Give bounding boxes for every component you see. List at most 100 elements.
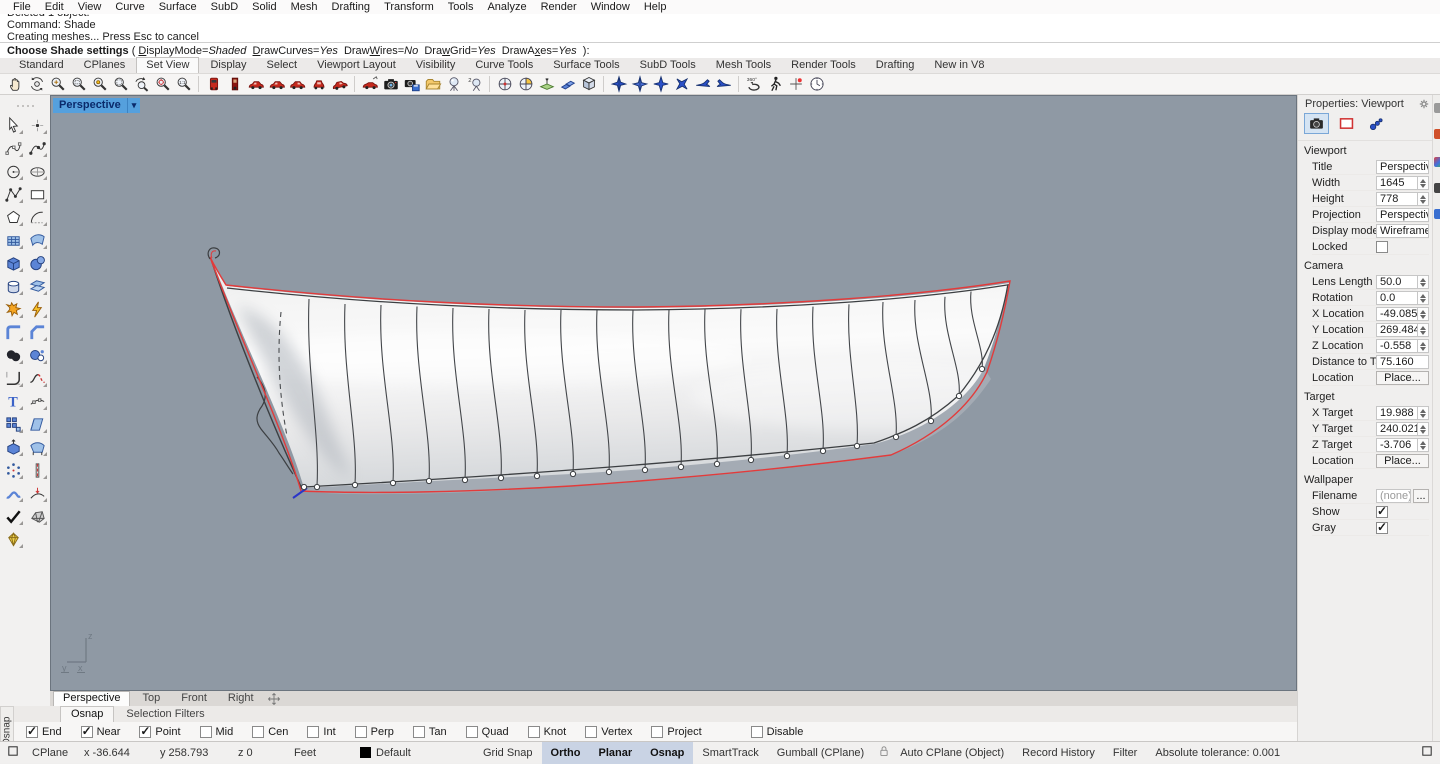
osnap-toggle-cen[interactable]: Cen bbox=[248, 726, 288, 738]
status-cplane[interactable]: CPlane bbox=[26, 747, 78, 759]
plane-back-view-icon[interactable] bbox=[671, 74, 692, 94]
spinner-x-location[interactable] bbox=[1418, 307, 1429, 321]
osnap-toggle-tan[interactable]: Tan bbox=[409, 726, 447, 738]
menu-curve[interactable]: Curve bbox=[108, 0, 151, 14]
curved-surface-icon[interactable] bbox=[25, 229, 49, 251]
menu-edit[interactable]: Edit bbox=[38, 0, 71, 14]
arc-icon[interactable] bbox=[25, 206, 49, 228]
boolean-union-icon[interactable] bbox=[1, 344, 25, 366]
value-x-target[interactable]: 19.988 bbox=[1376, 406, 1418, 420]
toolbar-tab-standard[interactable]: Standard bbox=[10, 58, 73, 73]
osnap-toggle-quad[interactable]: Quad bbox=[462, 726, 509, 738]
boolean-difference-icon[interactable] bbox=[25, 344, 49, 366]
value-z-target[interactable]: -3.706 bbox=[1376, 438, 1418, 452]
menu-solid[interactable]: Solid bbox=[245, 0, 283, 14]
perspective-viewport[interactable]: Perspective ▾ z y x bbox=[50, 95, 1297, 691]
place-camera-target-icon[interactable] bbox=[785, 74, 806, 94]
command-prompt[interactable]: Choose Shade settings ( DisplayMode=Shad… bbox=[0, 42, 1440, 58]
osnap-toggle-mid[interactable]: Mid bbox=[196, 726, 234, 738]
status-toggle-grid-snap[interactable]: Grid Snap bbox=[474, 742, 542, 764]
toolbar-tab-render-tools[interactable]: Render Tools bbox=[782, 58, 865, 73]
dropdown-projection[interactable]: Perspectiv⌄ bbox=[1376, 208, 1429, 222]
set-clock-icon[interactable] bbox=[806, 74, 827, 94]
osnap-toggle-int[interactable]: Int bbox=[303, 726, 335, 738]
zoom-extents-icon[interactable] bbox=[110, 74, 131, 94]
menu-mesh[interactable]: Mesh bbox=[284, 0, 325, 14]
zoom-target-icon[interactable] bbox=[152, 74, 173, 94]
plane-top-view-icon[interactable] bbox=[608, 74, 629, 94]
viewport-title-menu[interactable]: Perspective ▾ bbox=[53, 98, 140, 113]
checkbox-project[interactable] bbox=[651, 726, 663, 738]
zoom-window-icon[interactable] bbox=[68, 74, 89, 94]
circle-icon[interactable] bbox=[1, 160, 25, 182]
checkbox-perp[interactable] bbox=[355, 726, 367, 738]
gem-icon[interactable] bbox=[1, 528, 25, 550]
browse-button[interactable]: ... bbox=[1413, 489, 1429, 503]
checkbox-locked[interactable] bbox=[1376, 241, 1388, 253]
checkbox-int[interactable] bbox=[307, 726, 319, 738]
status-toggle-auto-cplane-object-[interactable]: Auto CPlane (Object) bbox=[891, 742, 1013, 764]
value-y-location[interactable]: 269.484 bbox=[1376, 323, 1418, 337]
control-point-curve-icon[interactable] bbox=[1, 137, 25, 159]
car-top-view-icon[interactable] bbox=[245, 74, 266, 94]
gear-tab-icon[interactable] bbox=[1434, 103, 1440, 113]
checkbox-end[interactable] bbox=[26, 726, 38, 738]
osnap-toggle-project[interactable]: Project bbox=[647, 726, 701, 738]
checkbox-point[interactable] bbox=[139, 726, 151, 738]
menu-tools[interactable]: Tools bbox=[441, 0, 481, 14]
value-rotation[interactable]: 0.0 bbox=[1376, 291, 1418, 305]
spinner-y-target[interactable] bbox=[1418, 422, 1429, 436]
sphere-icon[interactable] bbox=[25, 252, 49, 274]
plane-front-view-icon[interactable] bbox=[650, 74, 671, 94]
viewport-page-icon[interactable] bbox=[1334, 113, 1359, 134]
osnap-toggle-point[interactable]: Point bbox=[135, 726, 180, 738]
toolbar-tab-cplanes[interactable]: CPlanes bbox=[75, 58, 135, 73]
value-lens-length-i[interactable]: 50.0 bbox=[1376, 275, 1418, 289]
viewport-tab-perspective[interactable]: Perspective bbox=[53, 691, 130, 706]
polyline-icon[interactable] bbox=[1, 183, 25, 205]
camera-page-icon[interactable] bbox=[1304, 113, 1329, 134]
prompt-option-drawaxes[interactable]: DrawAxes=Yes bbox=[502, 45, 577, 57]
osnap-toggle-perp[interactable]: Perp bbox=[351, 726, 394, 738]
walkabout-icon[interactable] bbox=[764, 74, 785, 94]
check-objects-icon[interactable] bbox=[1, 505, 25, 527]
toolbar-tab-set-view[interactable]: Set View bbox=[136, 57, 199, 73]
button-location[interactable]: Place... bbox=[1376, 371, 1429, 385]
cylinder-icon[interactable] bbox=[1, 275, 25, 297]
status-toggle-record-history[interactable]: Record History bbox=[1013, 742, 1104, 764]
osnap-toggle-disable[interactable]: Disable bbox=[747, 726, 804, 738]
edit-points-icon[interactable] bbox=[25, 390, 49, 412]
spinner-y-location[interactable] bbox=[1418, 323, 1429, 337]
shear-icon[interactable] bbox=[25, 413, 49, 435]
menu-render[interactable]: Render bbox=[534, 0, 584, 14]
panel-tab-strip[interactable] bbox=[1432, 95, 1440, 741]
osnap-toggle-vertex[interactable]: Vertex bbox=[581, 726, 632, 738]
prompt-option-displaymode[interactable]: DisplayMode=Shaded bbox=[138, 45, 246, 57]
spinner-height[interactable] bbox=[1418, 192, 1429, 206]
spinner-width[interactable] bbox=[1418, 176, 1429, 190]
toolbar-tab-surface-tools[interactable]: Surface Tools bbox=[544, 58, 628, 73]
menu-view[interactable]: View bbox=[71, 0, 109, 14]
plane-left-view-icon[interactable] bbox=[692, 74, 713, 94]
status-toggle-planar[interactable]: Planar bbox=[589, 742, 641, 764]
checkbox-show[interactable] bbox=[1376, 506, 1388, 518]
checkbox-gray[interactable] bbox=[1376, 522, 1388, 534]
prompt-option-drawcurves[interactable]: DrawCurves=Yes bbox=[253, 45, 338, 57]
view-cube-icon[interactable] bbox=[578, 74, 599, 94]
status-toggle-ortho[interactable]: Ortho bbox=[542, 742, 590, 764]
value-title[interactable]: Perspective bbox=[1376, 160, 1429, 174]
menu-window[interactable]: Window bbox=[584, 0, 637, 14]
toolbar-tab-subd-tools[interactable]: SubD Tools bbox=[631, 58, 705, 73]
polygon-icon[interactable] bbox=[1, 206, 25, 228]
status-toggle-absolute-tolerance-0-001[interactable]: Absolute tolerance: 0.001 bbox=[1146, 742, 1289, 764]
rectangle-icon[interactable] bbox=[25, 183, 49, 205]
value-width[interactable]: 1645 bbox=[1376, 176, 1418, 190]
toolbar-tab-new-in-v8[interactable]: New in V8 bbox=[925, 58, 993, 73]
chevron-down-icon[interactable]: ▾ bbox=[127, 98, 141, 113]
panel-tab-selection-filters[interactable]: Selection Filters bbox=[116, 707, 214, 722]
box-icon[interactable] bbox=[1, 252, 25, 274]
spinner-z-target[interactable] bbox=[1418, 438, 1429, 452]
menu-transform[interactable]: Transform bbox=[377, 0, 441, 14]
prompt-option-drawgrid[interactable]: DrawGrid=Yes bbox=[424, 45, 495, 57]
menu-help[interactable]: Help bbox=[637, 0, 674, 14]
